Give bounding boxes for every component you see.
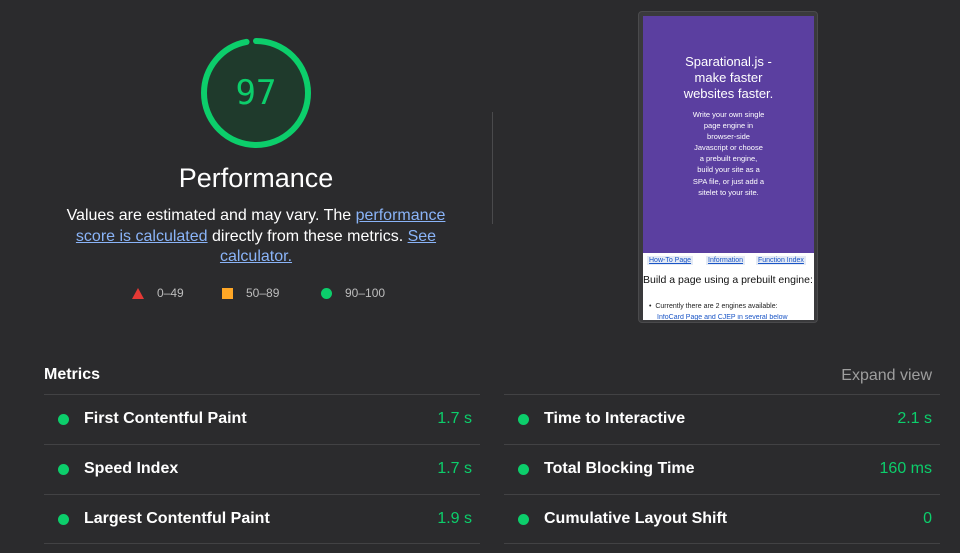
screenshot-list-item: • Currently there are 2 engines availabl…: [649, 303, 778, 310]
circle-icon: [321, 287, 332, 299]
metric-row-divider: [44, 543, 480, 544]
metric-name: Speed Index: [84, 460, 179, 477]
screenshot-list-item-text: Currently there are 2 engines available:: [655, 303, 778, 310]
pass-circle-icon: [58, 464, 69, 475]
pass-circle-icon: [58, 514, 69, 525]
metric-time-to-interactive[interactable]: Time to Interactive 2.1 s: [504, 394, 940, 444]
metric-name: First Contentful Paint: [84, 410, 247, 427]
expand-view-toggle[interactable]: Expand view: [841, 367, 932, 385]
performance-score-gauge: 97: [199, 36, 313, 150]
legend-average-label: 50–89: [246, 286, 280, 300]
score-description: Values are estimated and may vary. The p…: [58, 206, 454, 268]
description-text-middle: directly from these metrics.: [207, 227, 408, 245]
metric-name: Time to Interactive: [544, 410, 686, 427]
triangle-icon: [132, 287, 144, 299]
metric-value: 1.7 s: [437, 410, 472, 427]
screenshot-hero: Sparational.js - make faster websites fa…: [643, 16, 814, 253]
pass-circle-icon: [58, 414, 69, 425]
legend-pass-label: 90–100: [345, 286, 386, 300]
screenshot-list-links: InfoCard Page and CJEP in several below: [657, 314, 788, 320]
metric-value: 2.1 s: [897, 410, 932, 427]
metric-first-contentful-paint[interactable]: First Contentful Paint 1.7 s: [44, 394, 480, 444]
legend-fail: 0–49: [132, 286, 184, 300]
metric-row-divider: [504, 543, 940, 544]
square-icon: [222, 287, 233, 299]
screenshot-nav-howto: How-To Page: [647, 256, 694, 265]
screenshot-nav: How-To Page Information Function Index: [643, 256, 814, 270]
pass-circle-icon: [518, 514, 529, 525]
screenshot-heading: Build a page using a prebuilt engine:: [643, 274, 813, 286]
metric-name: Largest Contentful Paint: [84, 510, 270, 527]
final-screenshot[interactable]: Sparational.js - make faster websites fa…: [643, 16, 814, 320]
metric-largest-contentful-paint[interactable]: Largest Contentful Paint 1.9 s: [44, 494, 480, 544]
score-scale-legend: 0–49 50–89 90–100: [126, 286, 396, 304]
metric-value: 1.7 s: [437, 460, 472, 477]
metric-name: Total Blocking Time: [544, 460, 695, 477]
category-title: Performance: [178, 163, 334, 193]
metric-value: 160 ms: [879, 460, 932, 477]
legend-average: 50–89: [222, 286, 279, 300]
pass-circle-icon: [518, 414, 529, 425]
score-value: 97: [235, 73, 277, 113]
metric-value: 0: [923, 510, 932, 527]
pass-circle-icon: [518, 464, 529, 475]
screenshot-hero-title: Sparational.js - make faster websites fa…: [683, 54, 774, 101]
screenshot-hero-text: Write your own single page engine in bro…: [692, 110, 765, 197]
screenshot-nav-function-index: Function Index: [756, 256, 806, 265]
legend-pass: 90–100: [321, 286, 385, 300]
description-text: Values are estimated and may vary. The: [66, 207, 356, 224]
metric-cumulative-layout-shift[interactable]: Cumulative Layout Shift 0: [504, 494, 940, 544]
metric-total-blocking-time[interactable]: Total Blocking Time 160 ms: [504, 444, 940, 494]
metrics-heading: Metrics: [44, 366, 101, 383]
vertical-divider: [492, 112, 493, 224]
legend-fail-label: 0–49: [157, 286, 184, 300]
metric-name: Cumulative Layout Shift: [544, 510, 728, 527]
screenshot-nav-information: Information: [706, 256, 746, 265]
metric-speed-index[interactable]: Speed Index 1.7 s: [44, 444, 480, 494]
metric-value: 1.9 s: [437, 510, 472, 527]
